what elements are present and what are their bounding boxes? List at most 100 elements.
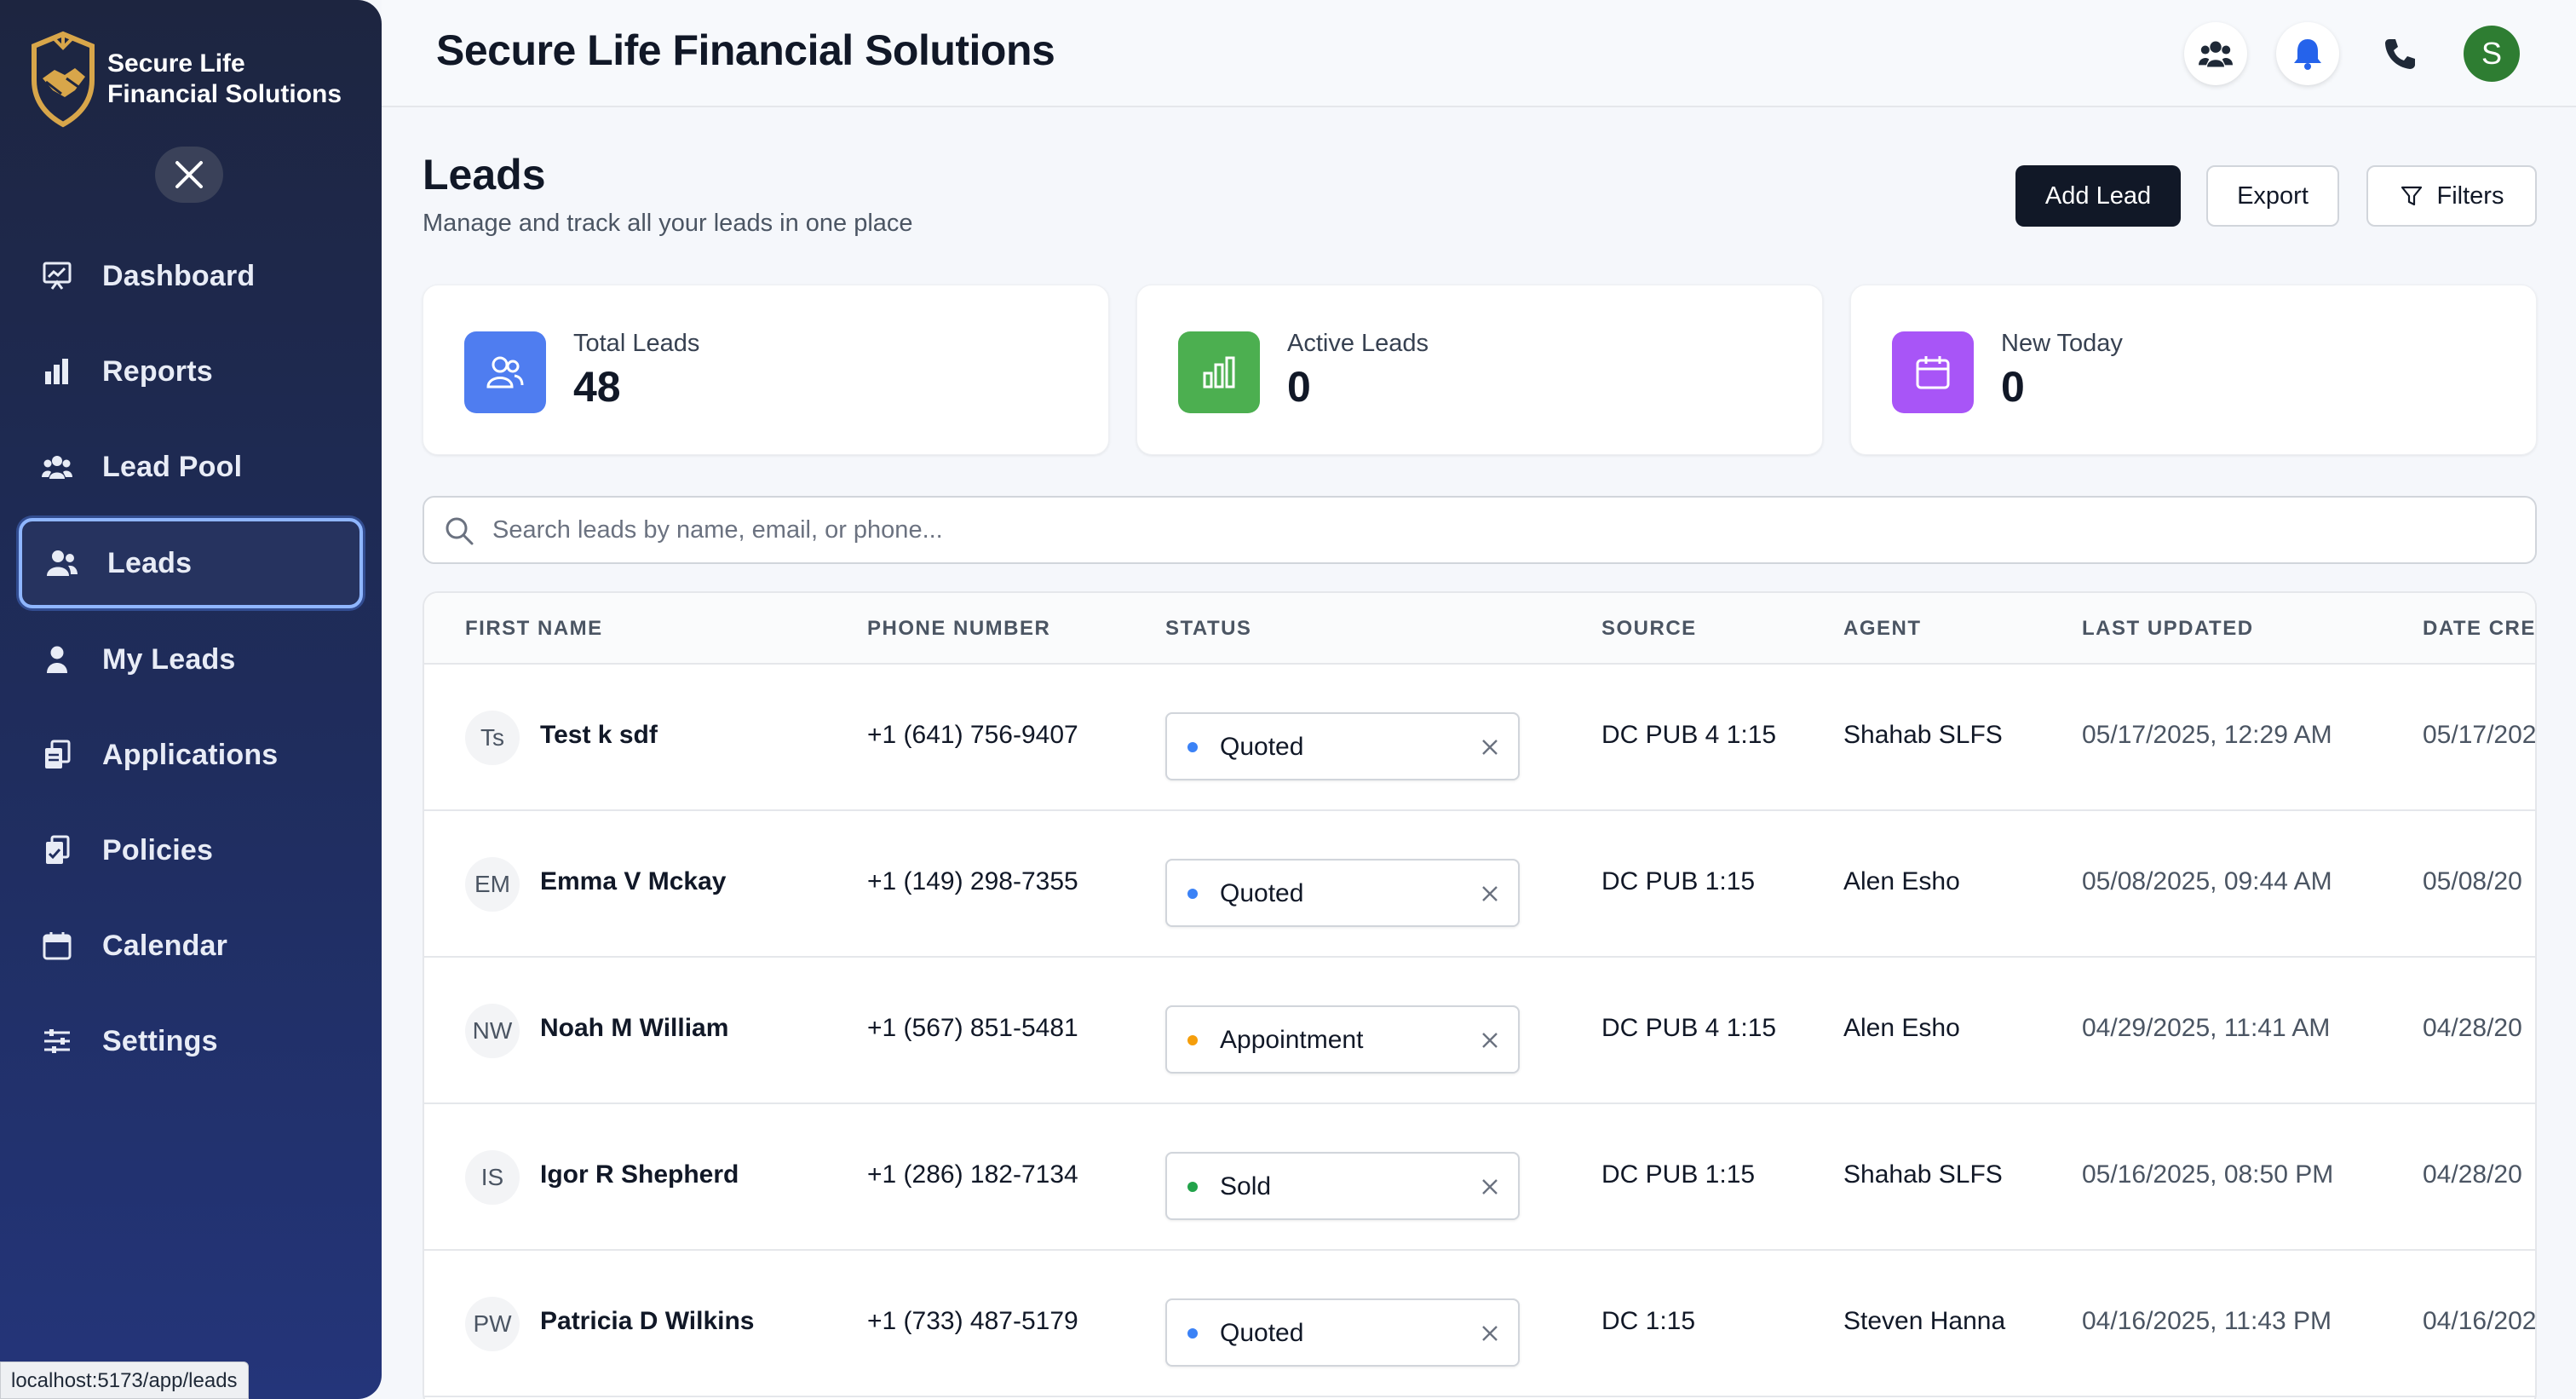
lead-phone: +1 (567) 851-5481 bbox=[867, 1014, 1078, 1042]
lead-date-created: 05/17/202 bbox=[2423, 721, 2537, 749]
column-header-status[interactable]: STATUS bbox=[1165, 617, 1251, 641]
status-select[interactable]: Sold bbox=[1165, 1152, 1520, 1220]
lead-last-updated: 04/16/2025, 11:43 PM bbox=[2082, 1307, 2332, 1335]
column-header-last-updated[interactable]: LAST UPDATED bbox=[2082, 617, 2254, 641]
sidebar-item-label: Settings bbox=[102, 1024, 218, 1057]
lead-source: DC 1:15 bbox=[1601, 1307, 1696, 1335]
lead-source: DC PUB 4 1:15 bbox=[1601, 1014, 1777, 1042]
status-label: Quoted bbox=[1220, 733, 1304, 761]
users-icon bbox=[464, 331, 546, 413]
avatar: PW bbox=[465, 1297, 520, 1351]
lead-last-updated: 05/17/2025, 12:29 AM bbox=[2082, 721, 2332, 749]
users-icon bbox=[46, 547, 78, 579]
bar-chart-icon bbox=[41, 355, 73, 388]
lead-date-created: 04/28/20 bbox=[2423, 1160, 2522, 1189]
status-dot bbox=[1187, 1035, 1198, 1045]
lead-date-created: 05/08/20 bbox=[2423, 867, 2522, 895]
lead-agent: Alen Esho bbox=[1843, 867, 1960, 895]
table-row[interactable]: EM Emma V Mckay +1 (149) 298-7355 Quoted… bbox=[424, 811, 2535, 958]
lead-phone: +1 (286) 182-7134 bbox=[867, 1160, 1078, 1189]
lead-name[interactable]: Patricia D Wilkins bbox=[540, 1307, 754, 1336]
lead-name[interactable]: Noah M William bbox=[540, 1014, 728, 1043]
sidebar-item-settings[interactable]: Settings bbox=[0, 993, 382, 1089]
stat-label: Active Leads bbox=[1287, 330, 1429, 357]
clear-status-icon[interactable] bbox=[1479, 736, 1501, 758]
lead-date-created: 04/28/20 bbox=[2423, 1014, 2522, 1042]
sidebar-item-policies[interactable]: Policies bbox=[0, 803, 382, 898]
column-header-phone[interactable]: PHONE NUMBER bbox=[867, 617, 1050, 641]
filter-icon bbox=[2400, 184, 2424, 208]
calendar-icon bbox=[41, 930, 73, 962]
avatar: NW bbox=[465, 1004, 520, 1058]
lead-agent: Steven Hanna bbox=[1843, 1307, 2006, 1335]
close-sidebar-button[interactable] bbox=[155, 147, 223, 203]
stat-card-new-today: New Today 0 bbox=[1850, 285, 2537, 455]
sliders-icon bbox=[41, 1025, 73, 1057]
lead-name[interactable]: Emma V Mckay bbox=[540, 867, 726, 896]
bell-icon bbox=[2294, 39, 2321, 70]
table-row[interactable]: PW Patricia D Wilkins +1 (733) 487-5179 … bbox=[424, 1251, 2535, 1397]
brand-name-line2: Financial Solutions bbox=[107, 80, 342, 108]
avatar: EM bbox=[465, 857, 520, 912]
lead-phone: +1 (733) 487-5179 bbox=[867, 1307, 1078, 1335]
column-header-agent[interactable]: AGENT bbox=[1843, 617, 1922, 641]
calendar-icon bbox=[1892, 331, 1974, 413]
status-select[interactable]: Quoted bbox=[1165, 859, 1520, 927]
status-select[interactable]: Quoted bbox=[1165, 1298, 1520, 1367]
column-header-date-created[interactable]: DATE CRE bbox=[2423, 617, 2535, 641]
sidebar-item-my-leads[interactable]: My Leads bbox=[0, 612, 382, 707]
status-dot bbox=[1187, 1182, 1198, 1192]
brand[interactable]: Secure Life Financial Solutions bbox=[27, 31, 342, 128]
add-lead-button[interactable]: Add Lead bbox=[2015, 165, 2181, 227]
lead-phone: +1 (641) 756-9407 bbox=[867, 721, 1078, 749]
user-avatar[interactable]: S bbox=[2464, 26, 2520, 82]
lead-name[interactable]: Igor R Shepherd bbox=[540, 1160, 739, 1189]
search-input[interactable] bbox=[492, 498, 2503, 562]
sidebar: Secure Life Financial Solutions Dashboar… bbox=[0, 0, 382, 1399]
sidebar-item-label: Applications bbox=[102, 738, 279, 771]
page-subtitle: Manage and track all your leads in one p… bbox=[423, 210, 913, 237]
phone-button[interactable] bbox=[2368, 22, 2431, 85]
lead-phone: +1 (149) 298-7355 bbox=[867, 867, 1078, 895]
user-icon bbox=[41, 643, 73, 676]
notifications-button[interactable] bbox=[2276, 22, 2339, 85]
applications-icon bbox=[41, 739, 73, 771]
lead-date-created: 04/16/202 bbox=[2423, 1307, 2537, 1335]
sidebar-item-label: Lead Pool bbox=[102, 450, 243, 483]
clear-status-icon[interactable] bbox=[1479, 883, 1501, 905]
lead-name[interactable]: Test k sdf bbox=[540, 721, 658, 750]
sidebar-item-dashboard[interactable]: Dashboard bbox=[0, 228, 382, 324]
link-url-tooltip: localhost:5173/app/leads bbox=[0, 1362, 249, 1399]
policy-icon bbox=[41, 834, 73, 866]
dashboard-icon bbox=[41, 260, 73, 292]
bar-chart-icon bbox=[1178, 331, 1260, 413]
sidebar-item-lead-pool[interactable]: Lead Pool bbox=[0, 419, 382, 515]
filters-button[interactable]: Filters bbox=[2366, 165, 2537, 227]
table-row[interactable]: Ts Test k sdf +1 (641) 756-9407 Quoted D… bbox=[424, 665, 2535, 811]
main-content: Leads Manage and track all your leads in… bbox=[382, 107, 2576, 1399]
sidebar-item-calendar[interactable]: Calendar bbox=[0, 898, 382, 993]
status-select[interactable]: Appointment bbox=[1165, 1005, 1520, 1074]
stat-value: 0 bbox=[2001, 363, 2025, 411]
sidebar-item-leads[interactable]: Leads bbox=[19, 518, 363, 608]
avatar: Ts bbox=[465, 711, 520, 765]
sidebar-nav: Dashboard Reports Lead Pool Leads My Lea… bbox=[0, 228, 382, 1089]
stat-label: Total Leads bbox=[573, 330, 700, 357]
search-icon bbox=[443, 515, 475, 551]
column-header-first-name[interactable]: FIRST NAME bbox=[465, 617, 603, 641]
table-row[interactable]: IS Igor R Shepherd +1 (286) 182-7134 Sol… bbox=[424, 1104, 2535, 1251]
team-button[interactable] bbox=[2184, 22, 2247, 85]
sidebar-item-applications[interactable]: Applications bbox=[0, 707, 382, 803]
people-group-icon bbox=[41, 451, 73, 483]
status-label: Sold bbox=[1220, 1172, 1272, 1200]
clear-status-icon[interactable] bbox=[1479, 1029, 1501, 1051]
clear-status-icon[interactable] bbox=[1479, 1176, 1501, 1198]
status-select[interactable]: Quoted bbox=[1165, 712, 1520, 780]
export-button[interactable]: Export bbox=[2206, 165, 2339, 227]
lead-last-updated: 05/16/2025, 08:50 PM bbox=[2082, 1160, 2334, 1189]
clear-status-icon[interactable] bbox=[1479, 1322, 1501, 1344]
table-row[interactable]: NW Noah M William +1 (567) 851-5481 Appo… bbox=[424, 958, 2535, 1104]
status-dot bbox=[1187, 742, 1198, 752]
sidebar-item-reports[interactable]: Reports bbox=[0, 324, 382, 419]
column-header-source[interactable]: SOURCE bbox=[1601, 617, 1697, 641]
